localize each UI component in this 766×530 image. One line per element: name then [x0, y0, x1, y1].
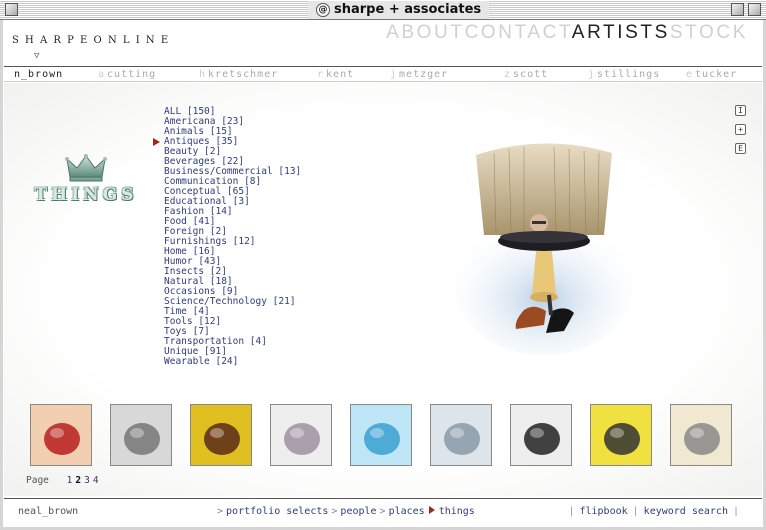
thumbnail-eyeglasses[interactable] [270, 404, 332, 466]
artist-link-cutting[interactable]: a cutting [98, 69, 156, 80]
site-header: SHARPEONLINE ▽ ABOUTCONTACTARTISTSSTOCK [4, 22, 762, 66]
thumbnail-blue-clock[interactable] [350, 404, 412, 466]
thumbnail-glass-ship[interactable] [430, 404, 492, 466]
artist-name: kretschmer [208, 69, 279, 80]
artist-name: kent [326, 69, 355, 80]
artist-name: n_brown [14, 69, 64, 80]
nav-contact[interactable]: CONTACT [465, 22, 572, 43]
artist-navigation: n_brown a cutting h kretschmer r kent j metzger z… [4, 66, 762, 82]
collapse-box-button[interactable] [748, 3, 761, 16]
thumbnail-image [591, 405, 651, 465]
artist-name: tucker [695, 69, 738, 80]
chevron-right-icon: > [217, 506, 224, 517]
footer-link-keyword-search[interactable]: keyword search [644, 506, 728, 517]
category-item[interactable]: Wearable [24] [164, 357, 301, 367]
artist-link-scott[interactable]: z scott [504, 69, 548, 80]
section-title: THINGS [34, 185, 138, 205]
footer-link-flipbook[interactable]: flipbook [579, 506, 627, 517]
artist-link-metzger[interactable]: j metzger [390, 69, 448, 80]
thumbnail-image [511, 405, 571, 465]
pagination-label: Page [26, 475, 49, 486]
window-title: @ sharpe + associates [308, 1, 490, 19]
nav-artists[interactable]: ARTISTS [572, 22, 670, 43]
artist-name: metzger [399, 69, 449, 80]
category-list: ALL [150] Americana [23] Animals [15] Antiq… [152, 107, 301, 367]
thumbnail-image [31, 405, 91, 465]
thumbnail-image [431, 405, 491, 465]
link-divider: | [568, 506, 575, 517]
thumbnail-image [671, 405, 731, 465]
page-link-4[interactable]: 4 [93, 475, 99, 486]
artist-initial: z [504, 69, 512, 80]
thumbnail-stool-legs[interactable] [510, 404, 572, 466]
thumbnail-woman-red-hat[interactable] [30, 404, 92, 466]
artist-initial: j [588, 69, 596, 80]
artist-link-n-brown[interactable]: n_brown [14, 69, 63, 80]
thumbnail-image [111, 405, 171, 465]
thumbnail-image [191, 405, 251, 465]
artist-initial: r [317, 69, 325, 80]
artist-username: neal_brown [18, 506, 79, 517]
pagination: Page 1234 [26, 475, 102, 486]
info-icon[interactable]: I [735, 105, 746, 116]
breadcrumb: > portfolio selects > people > places things [214, 506, 475, 517]
artist-initial: h [199, 69, 207, 80]
current-arrow-icon [428, 506, 435, 514]
artist-name: stillings [597, 69, 661, 80]
artist-link-tucker[interactable]: e tucker [686, 69, 737, 80]
artist-initial: e [686, 69, 694, 80]
thumbnail-coffee-pot[interactable] [670, 404, 732, 466]
nav-stock[interactable]: STOCK [670, 22, 748, 43]
window-title-text: sharpe + associates [334, 2, 482, 17]
thumbnail-image [351, 405, 411, 465]
page-link-1[interactable]: 1 [67, 475, 73, 486]
site-footer: neal_brown > portfolio selects > people > pla… [4, 498, 762, 524]
thumbnail-strip [30, 404, 750, 466]
breadcrumb-item[interactable]: things [439, 506, 475, 517]
breadcrumb-item[interactable]: portfolio selects [226, 506, 328, 517]
breadcrumb-item[interactable]: places [389, 506, 425, 517]
logo-dropdown-triangle-icon[interactable]: ▽ [34, 51, 39, 61]
link-divider: | [732, 506, 739, 517]
thumbnail-image [271, 405, 331, 465]
chevron-right-icon: > [379, 506, 386, 517]
chevron-right-icon: > [331, 506, 338, 517]
side-toolbar: I + E [735, 105, 746, 162]
page-link-2[interactable]: 2 [75, 475, 81, 486]
add-icon[interactable]: + [735, 124, 746, 135]
footer-links: | flipbook | keyword search | [563, 506, 744, 517]
featured-image [454, 143, 634, 355]
artist-initial: j [390, 69, 398, 80]
artist-name: scott [513, 69, 549, 80]
artist-link-kretschmer[interactable]: h kretschmer [199, 69, 278, 80]
artist-link-stillings[interactable]: j stillings [588, 69, 660, 80]
thumbnail-wooden-chair[interactable] [190, 404, 252, 466]
thumbnail-chain-lock[interactable] [110, 404, 172, 466]
nav-about[interactable]: ABOUT [386, 22, 464, 43]
main-content: THINGS ALL [150] Americana [23] Animals [1… [4, 83, 762, 496]
artist-initial: a [98, 69, 106, 80]
breadcrumb-item[interactable]: people [340, 506, 376, 517]
site-logo[interactable]: SHARPEONLINE [12, 35, 174, 46]
artist-link-kent[interactable]: r kent [317, 69, 354, 80]
crown-icon [65, 154, 107, 182]
email-icon[interactable]: E [735, 143, 746, 154]
close-box-button[interactable] [5, 3, 18, 16]
page-link-3[interactable]: 3 [84, 475, 90, 486]
top-navigation: ABOUTCONTACTARTISTSSTOCK [386, 22, 748, 44]
thumbnail-hat-top-view[interactable] [590, 404, 652, 466]
at-sign-icon: @ [316, 3, 330, 17]
link-divider: | [632, 506, 639, 517]
zoom-box-button[interactable] [731, 3, 744, 16]
window-title-bar[interactable]: @ sharpe + associates [0, 0, 766, 20]
artist-name: cutting [107, 69, 157, 80]
section-logo: THINGS [32, 153, 140, 205]
